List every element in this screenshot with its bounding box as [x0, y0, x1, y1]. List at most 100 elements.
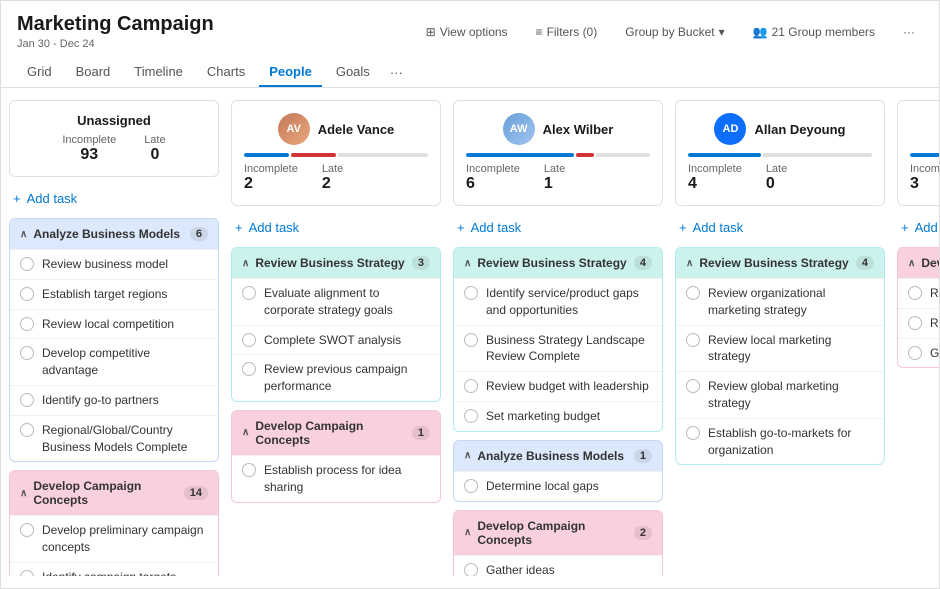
task-checkbox[interactable] — [686, 426, 700, 440]
adele-incomplete: 2 — [244, 175, 298, 193]
task-checkbox[interactable] — [20, 257, 34, 271]
add-task-bj[interactable]: + Add task — [897, 214, 939, 241]
add-task-adele[interactable]: + Add task — [231, 214, 441, 241]
progress-complete — [244, 153, 289, 157]
task-item: Establish process for idea sharing — [232, 455, 440, 502]
chevron-icon: ∧ — [242, 427, 249, 438]
task-checkbox[interactable] — [20, 287, 34, 301]
task-checkbox[interactable] — [686, 333, 700, 347]
more-options-button[interactable]: ··· — [895, 21, 923, 43]
task-item: Gather ideas — [454, 555, 662, 576]
task-checkbox[interactable] — [464, 333, 478, 347]
bucket-review-header[interactable]: ∧ Review Business Strategy 4 — [454, 248, 662, 278]
task-checkbox[interactable] — [464, 479, 478, 493]
task-item: Establish target regions — [10, 279, 218, 309]
task-checkbox[interactable] — [20, 393, 34, 407]
task-checkbox[interactable] — [908, 346, 922, 360]
bucket-count: 4 — [856, 256, 874, 270]
adele-late: 2 — [322, 175, 343, 193]
nav-timeline[interactable]: Timeline — [124, 58, 193, 87]
task-checkbox[interactable] — [20, 523, 34, 537]
view-options-button[interactable]: ⊞ View options — [418, 21, 516, 43]
filters-button[interactable]: ≡ Filters (0) — [528, 21, 606, 43]
bucket-review-header[interactable]: ∧ Review Business Strategy 3 — [232, 248, 440, 278]
bucket-analyze-header[interactable]: ∧ Analyze Business Models 6 — [10, 219, 218, 249]
task-checkbox[interactable] — [20, 317, 34, 331]
task-item: Review local marketing strategy — [676, 325, 884, 372]
task-item: Evaluate alignment to corporate strategy… — [232, 278, 440, 325]
task-checkbox[interactable] — [908, 286, 922, 300]
add-task-alex[interactable]: + Add task — [453, 214, 663, 241]
nav-more-button[interactable]: ··· — [384, 59, 409, 86]
task-item: Develop preliminary campaign concepts — [10, 515, 218, 562]
unassigned-label: Unassigned — [22, 113, 206, 128]
add-task-allan[interactable]: + Add task — [675, 214, 885, 241]
people-icon: 👥 — [753, 25, 768, 39]
alex-name: Alex Wilber — [543, 122, 614, 137]
unassigned-card: Unassigned Incomplete 93 Late 0 — [9, 100, 219, 177]
bucket-review-allan: ∧ Review Business Strategy 4 Review orga… — [675, 247, 885, 465]
task-item: Review ma... campaign — [898, 278, 939, 308]
allan-incomplete: 4 — [688, 175, 742, 193]
nav-goals[interactable]: Goals — [326, 58, 380, 87]
bucket-develop-unassigned: ∧ Develop Campaign Concepts 14 Develop p… — [9, 470, 219, 576]
allan-late: 0 — [766, 175, 787, 193]
chevron-icon: ∧ — [464, 527, 471, 538]
task-checkbox[interactable] — [242, 463, 256, 477]
bucket-analyze-header[interactable]: ∧ Analyze Business Models 1 — [454, 441, 662, 471]
task-checkbox[interactable] — [908, 316, 922, 330]
task-checkbox[interactable] — [464, 409, 478, 423]
bucket-develop-header[interactable]: ∧ Develop Campaign Concepts 14 — [10, 471, 218, 515]
task-checkbox[interactable] — [464, 563, 478, 576]
task-checkbox[interactable] — [242, 286, 256, 300]
adele-name: Adele Vance — [318, 122, 395, 137]
task-checkbox[interactable] — [20, 346, 34, 360]
unassigned-incomplete-count: 93 — [62, 146, 116, 164]
bucket-review-alex: ∧ Review Business Strategy 4 Identify se… — [453, 247, 663, 432]
task-checkbox[interactable] — [20, 423, 34, 437]
nav-people[interactable]: People — [259, 58, 322, 87]
task-checkbox[interactable] — [464, 379, 478, 393]
task-item: Set marketing budget — [454, 401, 662, 431]
alex-card: AW Alex Wilber Incomplete 6 Late 1 — [453, 100, 663, 206]
group-members-button[interactable]: 👥 21 Group members — [745, 21, 883, 43]
nav-grid[interactable]: Grid — [17, 58, 62, 87]
task-checkbox[interactable] — [242, 333, 256, 347]
task-item: Regional/Global/Country Business Models … — [10, 415, 218, 462]
task-checkbox[interactable] — [686, 379, 700, 393]
bucket-develop-header[interactable]: ∧ Develop Campaign Concepts 2 — [454, 511, 662, 555]
progress-late — [576, 153, 594, 157]
alex-incomplete: 6 — [466, 175, 520, 193]
bucket-develop-adele: ∧ Develop Campaign Concepts 1 Establish … — [231, 410, 441, 503]
group-by-button[interactable]: Group by Bucket ▾ — [617, 21, 732, 43]
bucket-review-header[interactable]: ∧ Review Business Strategy 4 — [676, 248, 884, 278]
alex-avatar: AW — [503, 113, 535, 145]
nav-charts[interactable]: Charts — [197, 58, 255, 87]
project-title: Marketing Campaign — [17, 13, 214, 36]
bucket-develop-header[interactable]: ∧ Develop Campaign Concepts 1 — [232, 411, 440, 455]
bucket-develop-header[interactable]: ∧ Develop Ca... — [898, 248, 939, 278]
task-checkbox[interactable] — [242, 362, 256, 376]
nav-board[interactable]: Board — [66, 58, 121, 87]
add-task-unassigned[interactable]: + Add task — [9, 185, 219, 212]
chevron-icon: ∧ — [20, 488, 27, 499]
bucket-analyze-unassigned: ∧ Analyze Business Models 6 Review busin… — [9, 218, 219, 462]
task-checkbox[interactable] — [464, 286, 478, 300]
bucket-analyze-alex: ∧ Analyze Business Models 1 Determine lo… — [453, 440, 663, 502]
task-item: Complete SWOT analysis — [232, 325, 440, 355]
alex-late: 1 — [544, 175, 565, 193]
chevron-icon: ∧ — [908, 258, 915, 269]
task-checkbox[interactable] — [686, 286, 700, 300]
chevron-icon: ∧ — [20, 229, 27, 240]
task-item: Identify go-to partners — [10, 385, 218, 415]
bj-card: BJ Incomplete 3 — [897, 100, 939, 206]
plus-icon: + — [901, 220, 909, 235]
task-checkbox[interactable] — [20, 570, 34, 576]
project-dates: Jan 30 - Dec 24 — [17, 38, 214, 50]
view-options-icon: ⊞ — [426, 25, 436, 39]
task-item: Review budget with leadership — [454, 371, 662, 401]
plus-icon: + — [679, 220, 687, 235]
more-icon: ··· — [903, 25, 915, 39]
bucket-count: 4 — [634, 256, 652, 270]
bucket-count: 1 — [634, 449, 652, 463]
